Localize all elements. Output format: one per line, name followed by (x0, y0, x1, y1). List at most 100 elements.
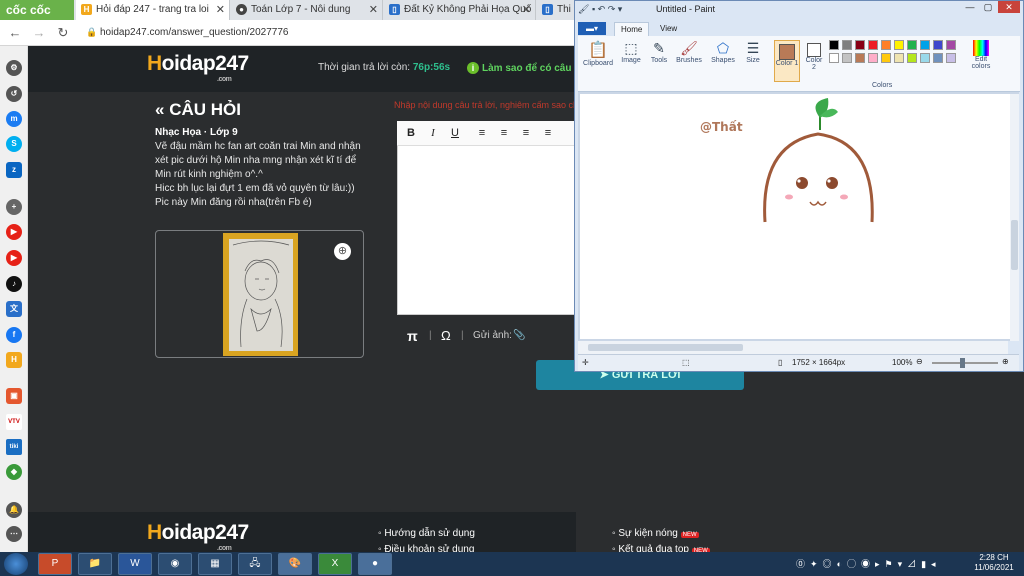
palette-swatch[interactable] (855, 53, 865, 63)
align-left-icon[interactable]: ≡ (475, 126, 489, 140)
palette-swatch[interactable] (920, 40, 930, 50)
facebook-icon[interactable]: f (6, 327, 22, 343)
coccoc-taskbar-icon[interactable]: ● (358, 553, 392, 575)
close-icon[interactable]: ✕ (216, 0, 225, 20)
palette-swatch[interactable] (842, 40, 852, 50)
palette-swatch[interactable] (829, 40, 839, 50)
palette-swatch[interactable] (829, 53, 839, 63)
palette-swatch[interactable] (907, 53, 917, 63)
tiki-icon[interactable]: tiki (6, 439, 22, 455)
start-button[interactable] (4, 553, 28, 575)
clipboard-group[interactable]: 📋 Clipboard (582, 40, 614, 86)
palette-swatch[interactable] (946, 40, 956, 50)
file-menu-button[interactable]: ▬▾ (578, 22, 606, 35)
tab-thi[interactable]: ▯ Thi (537, 0, 577, 20)
youtube-icon[interactable]: ▶ (6, 224, 22, 240)
horizontal-scroll-thumb[interactable] (588, 344, 743, 351)
close-icon[interactable]: ✕ (369, 0, 378, 20)
word-icon[interactable]: W (118, 553, 152, 575)
align-right-icon[interactable]: ≡ (519, 126, 533, 140)
question-image[interactable] (223, 233, 298, 356)
palette-swatch[interactable] (946, 53, 956, 63)
translate-icon[interactable]: 文 (6, 301, 22, 317)
color1-button[interactable]: Color 1 (774, 40, 800, 82)
messenger-icon[interactable]: m (6, 111, 22, 127)
minimize-button[interactable]: — (962, 1, 978, 13)
palette-swatch[interactable] (855, 40, 865, 50)
vertical-scroll-thumb[interactable] (1011, 220, 1018, 270)
maximize-button[interactable]: ▢ (980, 1, 996, 13)
edit-colors-button[interactable]: Edit colors (966, 40, 996, 86)
brushes-group[interactable]: 🖌 Brushes (674, 40, 704, 86)
tab-dat[interactable]: ▯ Đất Kỷ Không Phải Họa Quố ✕ (384, 0, 536, 20)
footer-link-events[interactable]: ◦ Sự kiện nóng NEW (612, 528, 699, 539)
calculator-icon[interactable]: ▦ (198, 553, 232, 575)
reload-icon[interactable]: ↻ (54, 24, 72, 42)
tools-group[interactable]: ✎ Tools (648, 40, 670, 86)
powerpoint-icon[interactable]: P (38, 553, 72, 575)
zoom-icon[interactable]: ⊕ (334, 243, 351, 260)
add-icon[interactable]: + (6, 199, 22, 215)
close-icon[interactable]: ✕ (522, 0, 531, 20)
paint-app-icon[interactable]: 🖌 (578, 4, 589, 14)
zoom-slider[interactable] (932, 362, 998, 364)
customize-icon[interactable]: ▾ (618, 4, 623, 14)
system-tray[interactable]: ⓪✦◎◐◯◉▸⚑▾⊿▮◂ (796, 557, 956, 571)
howto-link[interactable]: i Làm sao để có câu (467, 62, 571, 74)
url-field[interactable]: hoidap247.com/answer_question/2027776 (100, 24, 288, 42)
undo-icon[interactable]: ↶ (598, 4, 606, 14)
palette-swatch[interactable] (920, 53, 930, 63)
tab-view[interactable]: View (660, 22, 677, 36)
footer-link-guide[interactable]: ◦ Hướng dẫn sử dụng (378, 528, 475, 539)
media-icon[interactable]: ◉ (158, 553, 192, 575)
palette-swatch[interactable] (933, 53, 943, 63)
palette-swatch[interactable] (894, 40, 904, 50)
network-app-icon[interactable]: 🖧 (238, 553, 272, 575)
more-icon[interactable]: ⋯ (6, 526, 22, 542)
size-group[interactable]: ☰ Size (740, 40, 766, 86)
tab-toan[interactable]: ● Toán Lớp 7 - Nôi dung ✕ (231, 0, 383, 20)
close-button[interactable]: ✕ (998, 1, 1020, 13)
palette-swatch[interactable] (881, 53, 891, 63)
vertical-scrollbar[interactable] (1010, 94, 1019, 341)
omega-icon[interactable]: Ω (441, 322, 451, 350)
answer-editor[interactable] (397, 121, 576, 315)
palette-swatch[interactable] (894, 53, 904, 63)
tab-hoidap[interactable]: H Hỏi đáp 247 - trang tra loi ✕ (76, 0, 230, 20)
align-center-icon[interactable]: ≡ (497, 126, 511, 140)
back-icon[interactable]: ← (6, 24, 24, 42)
footer-logo[interactable]: Hoidap247 .com (147, 521, 249, 552)
vtv-icon[interactable]: VTV (6, 414, 22, 430)
shapes-group[interactable]: ⬠ Shapes (708, 40, 738, 86)
zoom-out-icon[interactable]: ⊖ (916, 357, 923, 366)
forward-icon[interactable]: → (30, 24, 48, 42)
clock[interactable]: 2:28 CH 11/06/2021 (968, 553, 1020, 573)
underline-button[interactable]: U (448, 126, 462, 140)
game-icon[interactable]: ◆ (6, 464, 22, 480)
explorer-icon[interactable]: 📁 (78, 553, 112, 575)
tab-home[interactable]: Home (614, 22, 650, 36)
palette-swatch[interactable] (907, 40, 917, 50)
image-group[interactable]: ⬚ Image (618, 40, 644, 86)
hoidap-icon[interactable]: H (6, 352, 22, 368)
site-logo[interactable]: Hoidap247 .com (147, 52, 249, 83)
zalo-icon[interactable]: z (6, 162, 22, 178)
youtube-icon[interactable]: ▶ (6, 250, 22, 266)
palette-swatch[interactable] (881, 40, 891, 50)
skype-icon[interactable]: S (6, 136, 22, 152)
settings-icon[interactable]: ⚙ (6, 60, 22, 76)
justify-icon[interactable]: ≡ (541, 126, 555, 140)
bold-button[interactable]: B (404, 126, 418, 140)
palette-swatch[interactable] (868, 53, 878, 63)
palette-swatch[interactable] (933, 40, 943, 50)
color2-button[interactable]: Color 2 (803, 40, 825, 86)
attach-icon[interactable]: 📎 (513, 322, 525, 350)
save-icon[interactable]: ▪ (592, 4, 595, 14)
palette-swatch[interactable] (868, 40, 878, 50)
pi-icon[interactable]: π (407, 322, 418, 350)
zoom-in-icon[interactable]: ⊕ (1002, 357, 1009, 366)
paint-taskbar-icon[interactable]: 🎨 (278, 553, 312, 575)
italic-button[interactable]: I (426, 126, 440, 140)
zoom-slider-thumb[interactable] (960, 358, 965, 368)
browser-brand[interactable]: cốc cốc (0, 0, 74, 20)
